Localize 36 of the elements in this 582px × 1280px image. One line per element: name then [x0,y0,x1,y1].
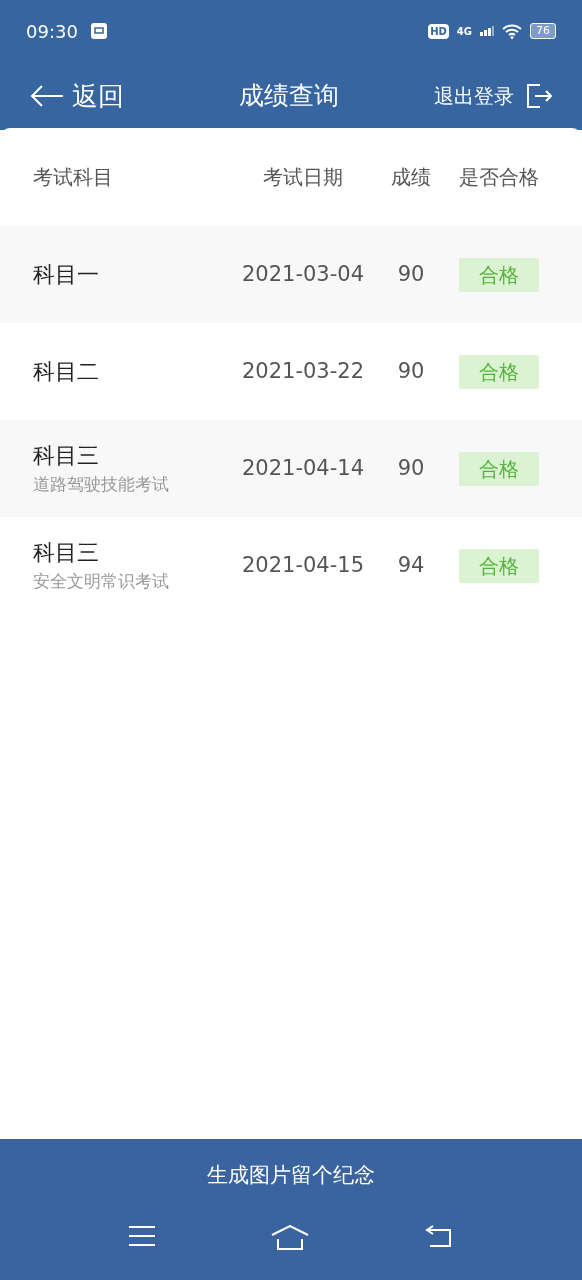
exam-date: 2021-04-15 [240,551,365,579]
exam-score: 90 [396,357,426,385]
exam-date: 2021-04-14 [240,454,365,482]
subject-name: 科目一 [33,261,100,289]
logout-icon [526,84,552,108]
hd-badge: HD [428,23,449,39]
column-header: 考试科目 [33,164,114,191]
signal-icon [480,26,494,36]
menu-icon[interactable] [127,1225,156,1247]
back-arrow-icon [30,85,64,107]
result-badge: 合格 [459,257,539,292]
app-notification-icon [89,22,108,40]
exam-date: 2021-03-22 [240,357,365,385]
subject-name: 科目三 [33,442,100,471]
page-title: 成绩查询 [239,80,339,113]
column-header: 成绩 [390,164,432,191]
result-badge: 合格 [459,548,539,583]
wifi-icon [502,23,522,39]
column-header: 考试日期 [262,164,344,191]
exam-score: 90 [396,454,426,482]
back-button[interactable]: 返回 [30,76,124,116]
home-icon[interactable] [271,1225,309,1251]
exam-score: 90 [396,260,426,288]
network-label: 4G [456,24,472,39]
subject-name: 科目二 [33,358,100,386]
result-badge: 合格 [459,354,539,389]
result-badge: 合格 [459,451,539,486]
exam-score: 94 [396,551,426,579]
logout-button[interactable]: 退出登录 [434,81,552,111]
status-time: 09:30 [26,19,78,44]
subject-subtitle: 安全文明常识考试 [33,570,170,594]
battery-indicator: 76 [530,23,556,39]
subject-subtitle: 道路驾驶技能考试 [33,473,170,497]
exam-date: 2021-03-04 [240,260,365,288]
subject-name: 科目三 [33,539,100,568]
column-header: 是否合格 [458,164,540,191]
